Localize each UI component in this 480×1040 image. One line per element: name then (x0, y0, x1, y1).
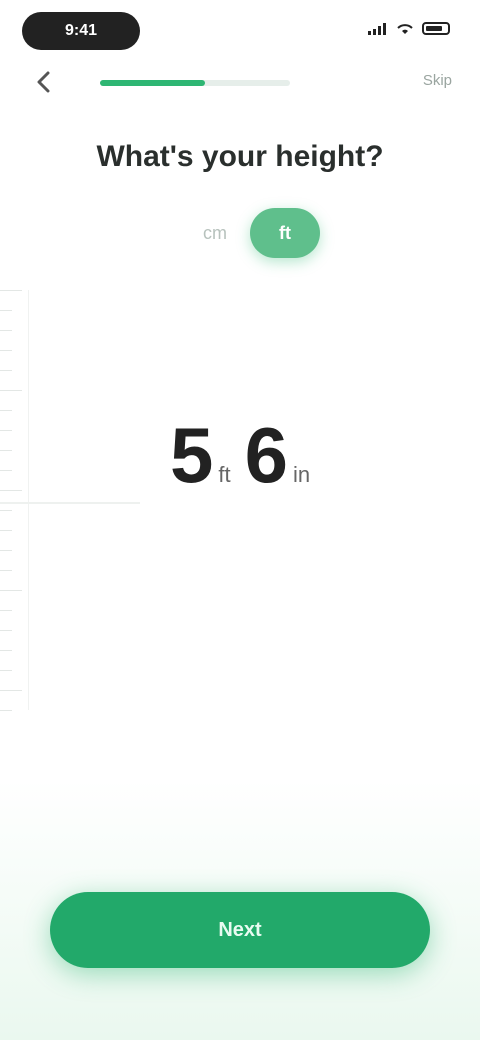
ruler-tick (0, 490, 22, 491)
height-inches-unit: in (293, 462, 311, 487)
page-title: What's your height? (96, 140, 384, 173)
onboarding-screen: 9:41 Skip What's your height? cm ft 5 ft… (0, 0, 480, 1040)
top-nav: Skip (0, 62, 480, 102)
progress-bar (100, 80, 290, 86)
status-icons (368, 22, 450, 35)
ruler-tick (0, 410, 12, 411)
ruler-tick (0, 470, 12, 471)
progress-fill (100, 80, 205, 86)
ruler-tick (0, 570, 12, 571)
chevron-left-icon (37, 71, 50, 93)
status-time: 9:41 (22, 12, 140, 50)
ruler-tick (0, 710, 12, 711)
height-inches-value: 6 (244, 411, 288, 499)
skip-link[interactable]: Skip (423, 72, 452, 89)
unit-option-cm[interactable]: cm (180, 208, 250, 258)
ruler-tick (0, 610, 12, 611)
status-bar: 9:41 (0, 0, 480, 60)
next-button[interactable]: Next (50, 892, 430, 968)
ruler-tick (0, 390, 22, 391)
ruler-tick (0, 550, 12, 551)
ruler-pointer (0, 502, 140, 504)
height-picker[interactable]: 5 ft 6 in (0, 290, 480, 730)
ruler-tick (0, 350, 12, 351)
ruler-tick (0, 510, 12, 511)
height-value: 5 ft 6 in (170, 410, 324, 501)
signal-icon (368, 22, 386, 35)
ruler-tick (0, 690, 22, 691)
ruler-tick (0, 630, 12, 631)
ruler-tick (0, 290, 22, 291)
ruler-tick (0, 310, 12, 311)
ruler-tick (0, 670, 12, 671)
ruler-tick (0, 370, 12, 371)
ruler-tick (0, 450, 12, 451)
unit-toggle[interactable]: cm ft (180, 208, 320, 258)
ruler-tick (0, 590, 22, 591)
height-ruler[interactable] (0, 290, 29, 711)
battery-icon (422, 22, 450, 35)
ruler-tick (0, 650, 12, 651)
height-feet-unit: ft (218, 462, 231, 487)
ruler-tick (0, 530, 12, 531)
unit-option-ft[interactable]: ft (250, 208, 320, 258)
height-feet-value: 5 (170, 411, 213, 499)
ruler-tick (0, 330, 12, 331)
wifi-icon (397, 23, 413, 34)
back-button[interactable] (30, 68, 58, 96)
ruler-tick (0, 430, 12, 431)
